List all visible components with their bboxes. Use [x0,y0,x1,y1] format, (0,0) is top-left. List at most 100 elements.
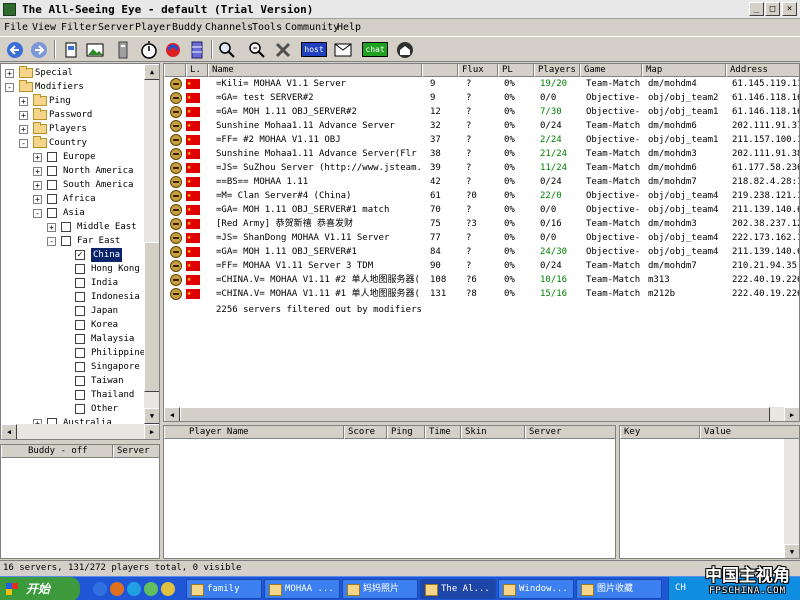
server-row[interactable]: =GA= MOH 1.11 OBJ_SERVER#1 84? 0% 24/30 Obje… [164,244,799,259]
col-map-header[interactable]: Map [642,64,726,77]
menu-help[interactable]: Help [337,22,361,33]
scroll-left-arrow-icon[interactable]: ◀ [1,424,17,439]
buddy-server-header[interactable]: Server [113,445,159,458]
expand-icon[interactable]: + [19,97,28,106]
expand-icon[interactable]: + [19,111,28,120]
refresh-timer-button[interactable] [138,39,160,60]
title-bar[interactable]: The All-Seeing Eye - default (Trial Vers… [0,0,800,19]
messenger-icon[interactable] [127,582,141,596]
rules-vertical-scrollbar[interactable]: ▼ [784,439,799,558]
col-pl-header[interactable]: PL [498,64,534,77]
menu-view[interactable]: View [32,22,56,33]
scroll-down-arrow-icon[interactable]: ▼ [784,544,799,558]
server-row[interactable]: =GA= MOH 1.11 OBJ_SERVER#1 match 70? 0% 0/0… [164,202,799,217]
server-row[interactable]: Sunshine Mohaa1.11 Advance Server(Flr se… [164,146,799,161]
checkbox[interactable] [75,376,85,386]
maximize-button[interactable]: □ [765,2,780,16]
collapse-icon[interactable]: - [19,139,28,148]
tree-item[interactable]: Japan [1,304,144,318]
server-list-button[interactable] [112,39,134,60]
tree-item[interactable]: - Modifiers [1,80,144,94]
tree-vertical-scrollbar[interactable]: ▲ ▼ [144,64,159,424]
task-pictures[interactable]: 图片收藏 [576,579,662,599]
server-row[interactable]: ==BS== MOHAA 1.11 42? 0% 0/24 Team-Match dm/m… [164,174,799,189]
expand-icon[interactable]: + [33,153,42,162]
close-button[interactable]: × [782,2,797,16]
server-row[interactable]: =GA= test SERVER#2 9? 0% 0/0 Objective-M obj/… [164,90,799,105]
tree-item[interactable]: Singapore [1,360,144,374]
tree-item[interactable]: + North America [1,164,144,178]
checkbox[interactable] [47,152,57,162]
checkbox[interactable] [75,320,85,330]
tree-item[interactable]: - Asia [1,206,144,220]
col-game-header[interactable]: Game [580,64,642,77]
expand-icon[interactable]: + [19,125,28,134]
tree-item[interactable]: + Players [1,122,144,136]
checkbox[interactable] [75,278,85,288]
scroll-left-arrow-icon[interactable]: ◀ [164,407,180,421]
checkbox[interactable] [47,166,57,176]
checkbox[interactable] [75,292,85,302]
menu-community[interactable]: Community [285,22,339,33]
filter-button[interactable] [60,39,82,60]
server-row[interactable]: [Red Army] 恭贺新禧 恭喜发财 75 ?3 0% 0/16 Team-Match… [164,216,799,231]
server-row[interactable]: =GA= MOH 1.11 OBJ_SERVER#2 12? 0% 7/30 Objec… [164,104,799,119]
col-icon-header[interactable] [164,64,186,77]
scroll-right-arrow-icon[interactable]: ▶ [144,424,159,439]
menu-filter[interactable]: Filter [61,22,97,33]
start-button[interactable]: 开始 [0,577,80,600]
folder-quick-icon[interactable] [161,582,175,596]
home-button[interactable] [394,39,416,60]
checkbox[interactable] [75,264,85,274]
mail-button[interactable] [332,39,354,60]
checkbox[interactable] [47,208,57,218]
expand-icon[interactable]: + [33,195,42,204]
server-row[interactable]: =CHINA.V= MOHAA V1.11 #2 单人地图服务器(新战 108 ?6… [164,272,799,287]
tree-item[interactable]: Indonesia [1,290,144,304]
player-server-header[interactable]: Server [525,426,615,439]
tree-item[interactable]: India [1,276,144,290]
menu-channels[interactable]: Channels [205,22,253,33]
tree-item[interactable]: Malaysia [1,332,144,346]
find-button[interactable] [216,39,238,60]
player-time-header[interactable]: Time [425,426,461,439]
menu-buddy[interactable]: Buddy [172,22,202,33]
ie-icon[interactable] [93,582,107,596]
col-name-header[interactable]: Name [208,64,422,77]
tree-item[interactable]: - Country [1,136,144,150]
language-indicator[interactable]: CH [675,583,686,593]
server-row[interactable]: =FF= MOHAA V1.11 Server 3 TDM 90? 0% 0/24 Te… [164,258,799,273]
checkbox[interactable] [75,362,85,372]
tree-item[interactable]: + Password [1,108,144,122]
tree-item[interactable]: ✓ China [1,248,144,262]
tree-item[interactable]: Other [1,402,144,416]
back-button[interactable] [4,39,26,60]
checkbox[interactable] [75,334,85,344]
image-button[interactable] [84,39,106,60]
col-players-header[interactable]: Players [534,64,580,77]
stop-button[interactable] [186,39,208,60]
player-name-header[interactable]: Player Name [164,426,344,439]
player-ping-header[interactable]: Ping [387,426,425,439]
player-skin-header[interactable]: Skin [461,426,525,439]
tree-horizontal-scrollbar[interactable]: ◀ ▶ [1,424,159,439]
checkbox[interactable]: ✓ [75,250,85,260]
expand-icon[interactable]: + [47,223,56,232]
menu-player[interactable]: Player [135,22,171,33]
server-horizontal-scrollbar[interactable]: ◀ ▶ [164,407,799,421]
expand-icon[interactable]: + [33,167,42,176]
refresh-button[interactable] [162,39,184,60]
col-address-header[interactable]: Address [726,64,799,77]
server-row[interactable]: =FF= #2 MOHAA V1.11 OBJ 37? 0% 2/24 Objectiv… [164,132,799,147]
firefox-icon[interactable] [110,582,124,596]
tree-item[interactable]: Hong Kong [1,262,144,276]
tree-item[interactable]: Taiwan [1,374,144,388]
tree-item[interactable]: + Europe [1,150,144,164]
tree-item[interactable]: Philippines [1,346,151,360]
expand-icon[interactable]: + [33,181,42,190]
tree-scroll-thumb[interactable] [144,242,159,392]
server-row[interactable]: =JS= SuZhou Server (http://www.jsteam.ne… [164,160,799,175]
task-photos[interactable]: 妈妈照片 [342,579,418,599]
checkbox[interactable] [61,236,71,246]
scroll-right-arrow-icon[interactable]: ▶ [784,407,799,421]
